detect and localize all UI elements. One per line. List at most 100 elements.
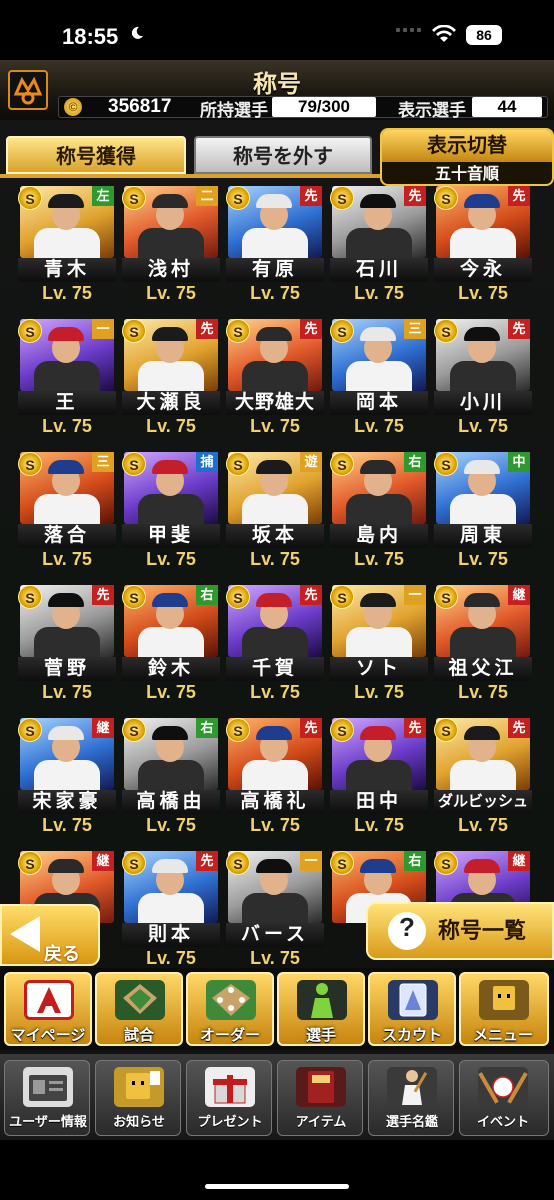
position-badge: 先 (508, 319, 530, 339)
s-rank-badge-icon: S (226, 319, 250, 343)
displayed-players-value: 44 (472, 97, 542, 117)
nav-present-label: プレゼント (197, 1114, 263, 1129)
player-card[interactable]: S 先則本 Lv. 75 (122, 851, 220, 966)
player-card[interactable]: S 先田中 Lv. 75 (330, 718, 428, 836)
player-card[interactable]: S 先ダルビッシュ Lv. 75 (434, 718, 532, 836)
player-level: Lv. 75 (42, 549, 92, 569)
s-rank-badge-icon: S (122, 319, 146, 343)
position-badge: 先 (92, 585, 114, 605)
player-card[interactable]: S 先大野雄大 Lv. 75 (226, 319, 324, 437)
wifi-icon (432, 25, 456, 42)
player-card[interactable]: S 先小川 Lv. 75 (434, 319, 532, 437)
player-card[interactable]: S 三岡本 Lv. 75 (330, 319, 428, 437)
position-badge: 三 (404, 319, 426, 339)
player-name: 石川 (330, 258, 428, 282)
nav-news[interactable]: お知らせ (95, 1060, 181, 1136)
battery-indicator: 86 (466, 25, 502, 45)
player-card[interactable]: S 先菅野 Lv. 75 (18, 585, 116, 703)
player-name: 小川 (434, 391, 532, 415)
back-arrow-icon (10, 916, 40, 952)
player-level: Lv. 75 (458, 549, 508, 569)
nav-mypage[interactable]: マイページ (4, 972, 92, 1046)
s-rank-badge-icon: S (330, 718, 354, 742)
nav-news-label: お知らせ (113, 1114, 165, 1129)
nav-scout[interactable]: スカウト (368, 972, 456, 1046)
player-card[interactable]: S 一ソト Lv. 75 (330, 585, 428, 703)
s-rank-badge-icon: S (434, 585, 458, 609)
player-card[interactable]: S 三落合 Lv. 75 (18, 452, 116, 570)
tab-remove-title[interactable]: 称号を外す (194, 136, 372, 174)
player-card[interactable]: S 右島内 Lv. 75 (330, 452, 428, 570)
home-indicator-area (0, 1140, 554, 1200)
s-rank-badge-icon: S (226, 186, 250, 210)
position-badge: 継 (508, 851, 530, 871)
player-name: 島内 (330, 524, 428, 548)
nav-order[interactable]: オーダー (186, 972, 274, 1046)
back-button-label: 戻る (44, 944, 80, 964)
nav-items[interactable]: アイテム (277, 1060, 363, 1136)
moon-icon (131, 26, 143, 39)
player-level: Lv. 75 (354, 283, 404, 303)
back-button[interactable]: 戻る (0, 904, 100, 966)
player-card[interactable]: S 先石川 Lv. 75 (330, 186, 428, 304)
player-card[interactable]: S 遊坂本 Lv. 75 (226, 452, 324, 570)
nav-order-label: オーダー (199, 1027, 260, 1044)
nav-menu[interactable]: メニュー (459, 972, 549, 1046)
player-card[interactable]: S 一王 Lv. 75 (18, 319, 116, 437)
owned-players-label: 所持選手 (200, 101, 268, 120)
nav-game[interactable]: 試合 (95, 972, 183, 1046)
position-badge: 一 (300, 851, 322, 871)
player-level: Lv. 75 (146, 948, 196, 966)
player-level: Lv. 75 (250, 283, 300, 303)
tab-acquire-title[interactable]: 称号獲得 (6, 136, 186, 174)
player-level: Lv. 75 (458, 815, 508, 835)
home-indicator (205, 1184, 349, 1189)
player-card[interactable]: S 継宋家豪 Lv. 75 (18, 718, 116, 836)
player-card[interactable]: S 先大瀬良 Lv. 75 (122, 319, 220, 437)
player-card[interactable]: S 先今永 Lv. 75 (434, 186, 532, 304)
s-rank-badge-icon: S (18, 186, 42, 210)
player-name: 甲斐 (122, 524, 220, 548)
player-name: 千賀 (226, 657, 324, 681)
nav-players[interactable]: 選手 (277, 972, 365, 1046)
nav-present[interactable]: プレゼント (186, 1060, 272, 1136)
batter-icon (387, 1067, 437, 1107)
player-card[interactable]: S 先高橋礼 Lv. 75 (226, 718, 324, 836)
player-name: ダルビッシュ (434, 790, 532, 814)
nav-game-label: 試合 (123, 1027, 154, 1044)
player-card[interactable]: S 先千賀 Lv. 75 (226, 585, 324, 703)
player-card[interactable]: S 先有原 Lv. 75 (226, 186, 324, 304)
player-level: Lv. 75 (42, 283, 92, 303)
display-switch-button[interactable]: 表示切替 五十音順 (380, 128, 554, 186)
nav-event[interactable]: イベント (459, 1060, 549, 1136)
s-rank-badge-icon: S (434, 452, 458, 476)
nav-user-info[interactable]: ユーザー情報 (4, 1060, 90, 1136)
position-badge: 先 (508, 186, 530, 206)
display-switch-label: 表示切替 (382, 130, 552, 162)
title-list-button[interactable]: ? 称号一覧 (366, 902, 554, 960)
position-badge: 捕 (196, 452, 218, 472)
nav-player-directory-label: 選手名鑑 (385, 1114, 438, 1129)
nav-menu-label: メニュー (472, 1027, 533, 1044)
player-name: 周東 (434, 524, 532, 548)
player-card[interactable]: S 左青木 Lv. 75 (18, 186, 116, 304)
player-card[interactable]: S 二浅村 Lv. 75 (122, 186, 220, 304)
displayed-players-label: 表示選手 (398, 101, 466, 120)
player-card[interactable]: S 一バース Lv. 75 (226, 851, 324, 966)
player-level: Lv. 75 (354, 815, 404, 835)
player-name: 王 (18, 391, 116, 415)
player-card[interactable]: S 右鈴木 Lv. 75 (122, 585, 220, 703)
player-level: Lv. 75 (250, 682, 300, 702)
player-card[interactable]: S 捕甲斐 Lv. 75 (122, 452, 220, 570)
nav-player-directory[interactable]: 選手名鑑 (368, 1060, 454, 1136)
position-badge: 一 (404, 585, 426, 605)
nav-user-info-label: ユーザー情報 (9, 1114, 87, 1129)
player-card[interactable]: S 右高橋由 Lv. 75 (122, 718, 220, 836)
display-switch-value: 五十音順 (434, 166, 499, 183)
position-badge: 二 (196, 186, 218, 206)
position-badge: 右 (404, 452, 426, 472)
player-card[interactable]: S 継祖父江 Lv. 75 (434, 585, 532, 703)
player-level: Lv. 75 (458, 283, 508, 303)
s-rank-badge-icon: S (226, 718, 250, 742)
player-card[interactable]: S 中周東 Lv. 75 (434, 452, 532, 570)
